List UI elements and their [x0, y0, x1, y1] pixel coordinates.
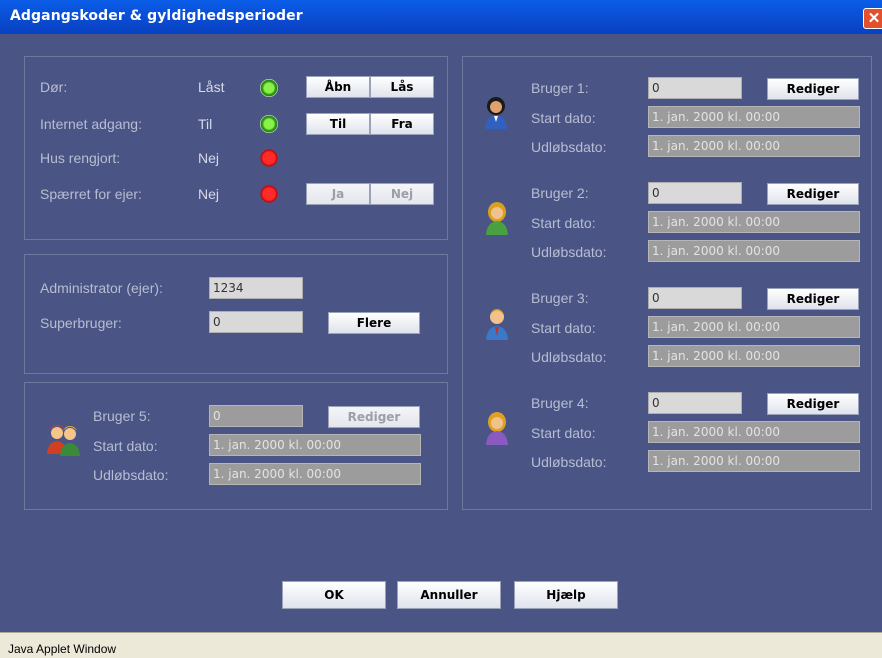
user3-code-field[interactable]: 0 — [648, 287, 742, 309]
door-label: Dør: — [40, 79, 68, 95]
status-bar-text: Java Applet Window — [8, 642, 117, 656]
more-button[interactable]: Flere — [328, 312, 420, 334]
status-bar: Java Applet Window — [0, 632, 882, 658]
user5-edit-button[interactable]: Rediger — [328, 406, 420, 428]
user4-edit-button[interactable]: Rediger — [767, 393, 859, 415]
group-users-icon — [47, 425, 80, 456]
cancel-button[interactable]: Annuller — [397, 581, 501, 609]
user3-label: Bruger 3: — [531, 290, 589, 306]
user3-start-field[interactable]: 1. jan. 2000 kl. 00:00 — [648, 316, 860, 338]
user5-end-field[interactable]: 1. jan. 2000 kl. 00:00 — [209, 463, 421, 485]
user3-end-field[interactable]: 1. jan. 2000 kl. 00:00 — [648, 345, 860, 367]
user2-label: Bruger 2: — [531, 185, 589, 201]
user3-avatar-icon — [486, 309, 508, 340]
door-status-led-icon — [260, 79, 278, 97]
user1-start-label: Start dato: — [531, 110, 596, 126]
title-bar: Adgangskoder & gyldighedsperioder ✕ — [0, 0, 882, 34]
user4-start-label: Start dato: — [531, 425, 596, 441]
user5-end-label: Udløbsdato: — [93, 467, 169, 483]
user4-avatar-icon — [486, 412, 508, 445]
user1-end-field[interactable]: 1. jan. 2000 kl. 00:00 — [648, 135, 860, 157]
dialog-content: Dør: Låst Åbn Lås Internet adgang: Til T… — [0, 34, 882, 632]
user2-end-label: Udløbsdato: — [531, 244, 607, 260]
user2-end-field[interactable]: 1. jan. 2000 kl. 00:00 — [648, 240, 860, 262]
user1-label: Bruger 1: — [531, 80, 589, 96]
user5-label: Bruger 5: — [93, 408, 151, 424]
internet-value: Til — [198, 116, 213, 132]
superuser-label: Superbruger: — [40, 315, 122, 331]
user4-start-field[interactable]: 1. jan. 2000 kl. 00:00 — [648, 421, 860, 443]
user5-start-label: Start dato: — [93, 438, 158, 454]
open-door-button[interactable]: Åbn — [306, 76, 370, 98]
user1-code-field[interactable]: 0 — [648, 77, 742, 99]
internet-label: Internet adgang: — [40, 116, 142, 132]
user1-end-label: Udløbsdato: — [531, 139, 607, 155]
help-button[interactable]: Hjælp — [514, 581, 618, 609]
user4-code-field[interactable]: 0 — [648, 392, 742, 414]
user2-edit-button[interactable]: Rediger — [767, 183, 859, 205]
user5-start-field[interactable]: 1. jan. 2000 kl. 00:00 — [209, 434, 421, 456]
user3-start-label: Start dato: — [531, 320, 596, 336]
user1-start-field[interactable]: 1. jan. 2000 kl. 00:00 — [648, 106, 860, 128]
user1-edit-button[interactable]: Rediger — [767, 78, 859, 100]
door-value: Låst — [198, 79, 225, 95]
superuser-code-field[interactable]: 0 — [209, 311, 303, 333]
window-title: Adgangskoder & gyldighedsperioder — [10, 8, 303, 24]
user1-avatar-icon — [485, 97, 507, 129]
ok-button[interactable]: OK — [282, 581, 386, 609]
blocked-status-led-icon — [260, 185, 278, 203]
blocked-value: Nej — [198, 186, 220, 202]
user2-avatar-icon — [486, 202, 508, 235]
user2-start-label: Start dato: — [531, 215, 596, 231]
user4-end-field[interactable]: 1. jan. 2000 kl. 00:00 — [648, 450, 860, 472]
lock-door-button[interactable]: Lås — [370, 76, 434, 98]
internet-off-button[interactable]: Fra — [370, 113, 434, 135]
internet-status-led-icon — [260, 115, 278, 133]
user2-code-field[interactable]: 0 — [648, 182, 742, 204]
user3-edit-button[interactable]: Rediger — [767, 288, 859, 310]
admin-label: Administrator (ejer): — [40, 280, 163, 296]
admin-code-field[interactable]: 1234 — [209, 277, 303, 299]
user5-code-field[interactable]: 0 — [209, 405, 303, 427]
blocked-label: Spærret for ejer: — [40, 186, 142, 202]
user2-start-field[interactable]: 1. jan. 2000 kl. 00:00 — [648, 211, 860, 233]
cleaned-status-led-icon — [260, 149, 278, 167]
user4-end-label: Udløbsdato: — [531, 454, 607, 470]
close-button[interactable]: ✕ — [863, 8, 882, 29]
cleaned-value: Nej — [198, 150, 220, 166]
internet-on-button[interactable]: Til — [306, 113, 370, 135]
user3-end-label: Udløbsdato: — [531, 349, 607, 365]
block-yes-button[interactable]: Ja — [306, 183, 370, 205]
block-no-button[interactable]: Nej — [370, 183, 434, 205]
cleaned-label: Hus rengjort: — [40, 150, 121, 166]
user4-label: Bruger 4: — [531, 395, 589, 411]
